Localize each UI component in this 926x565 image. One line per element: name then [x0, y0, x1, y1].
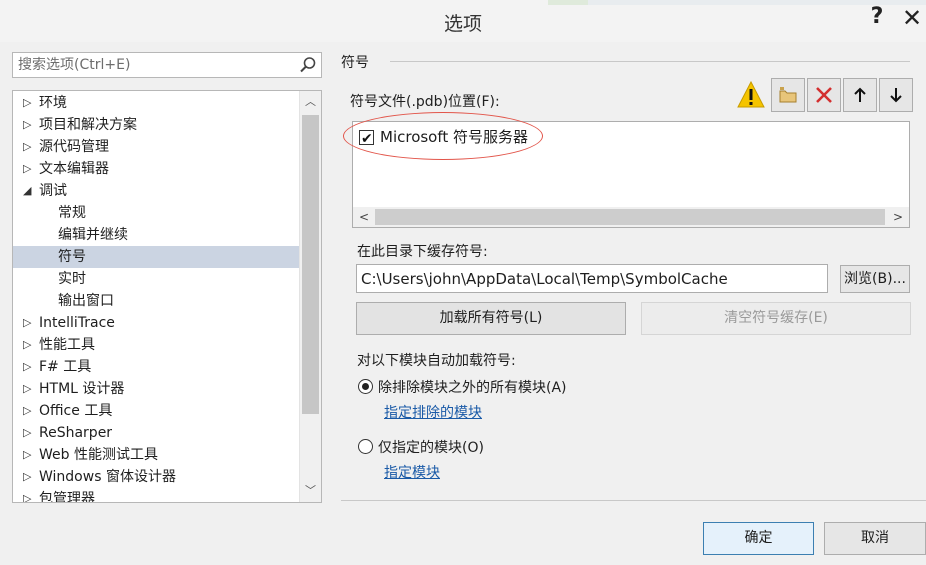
- scroll-thumb[interactable]: [375, 209, 885, 225]
- tree-scrollbar[interactable]: ︿ ﹀: [299, 91, 321, 502]
- specify-excluded-modules-link[interactable]: 指定排除的模块: [384, 402, 482, 422]
- tree-item-label: 编辑并继续: [58, 227, 128, 243]
- tree-item[interactable]: ▷ HTML 设计器: [13, 378, 299, 400]
- tree-item-label: 源代码管理: [39, 139, 109, 155]
- tree-item-label: 性能工具: [39, 337, 95, 353]
- tree-item[interactable]: 符号: [13, 246, 299, 268]
- collapsed-arrow-icon[interactable]: ▷: [23, 444, 35, 466]
- tree-item[interactable]: 实时: [13, 268, 299, 290]
- tree-item-label: Office 工具: [39, 403, 113, 419]
- tree-item[interactable]: ▷ Web 性能测试工具: [13, 444, 299, 466]
- tree-item[interactable]: ▷ 文本编辑器: [13, 158, 299, 180]
- close-button[interactable]: ✕: [898, 4, 926, 32]
- collapsed-arrow-icon[interactable]: ▷: [23, 466, 35, 488]
- tree-item-label: 包管理器: [39, 491, 95, 503]
- collapsed-arrow-icon[interactable]: ▷: [23, 136, 35, 158]
- dialog-title: 选项: [443, 13, 482, 35]
- expanded-arrow-icon[interactable]: ◢: [23, 180, 35, 202]
- tree-item-label: 文本编辑器: [39, 161, 109, 177]
- tree-item[interactable]: ▷ IntelliTrace: [13, 312, 299, 334]
- collapsed-arrow-icon[interactable]: ▷: [23, 92, 35, 114]
- clear-symbol-cache-button: 清空符号缓存(E): [641, 302, 911, 335]
- tree-item[interactable]: ▷ 包管理器: [13, 488, 299, 503]
- collapsed-arrow-icon[interactable]: ▷: [23, 356, 35, 378]
- tree-item[interactable]: 编辑并继续: [13, 224, 299, 246]
- pdb-location-label: 符号文件(.pdb)位置(F):: [350, 94, 500, 110]
- cache-dir-field[interactable]: [356, 264, 828, 293]
- scroll-up-button[interactable]: ︿: [300, 91, 321, 113]
- tree-item[interactable]: ▷ 环境: [13, 92, 299, 114]
- collapsed-arrow-icon[interactable]: ▷: [23, 312, 35, 334]
- tree-item[interactable]: ▷ Office 工具: [13, 400, 299, 422]
- browse-button[interactable]: 浏览(B)...: [840, 265, 910, 293]
- tree-item-label: HTML 设计器: [39, 381, 125, 397]
- all-modules-radio[interactable]: [358, 379, 373, 394]
- options-tree[interactable]: ▷ 环境 ▷ 项目和解决方案 ▷ 源代码管理 ▷ 文本编辑器 ◢ 调试 常规 编辑并继续 符号 实时 输出窗…: [12, 90, 322, 503]
- horizontal-scrollbar[interactable]: < >: [353, 207, 909, 227]
- tree-item-label: 常规: [58, 205, 86, 221]
- tree-item[interactable]: ▷ ReSharper: [13, 422, 299, 444]
- section-divider: [390, 61, 910, 62]
- load-all-symbols-button[interactable]: 加载所有符号(L): [356, 302, 626, 335]
- tree-item-label: IntelliTrace: [39, 315, 115, 331]
- specified-modules-radio[interactable]: [358, 439, 373, 454]
- new-folder-icon: [779, 87, 797, 103]
- scroll-left-button[interactable]: <: [353, 207, 375, 227]
- help-button[interactable]: ?: [862, 4, 892, 32]
- tree-item-label: Windows 窗体设计器: [39, 469, 176, 485]
- collapsed-arrow-icon[interactable]: ▷: [23, 158, 35, 180]
- warning-icon: [737, 80, 765, 108]
- move-down-button[interactable]: [879, 78, 913, 112]
- tree-item-label: 调试: [39, 183, 67, 199]
- all-modules-label[interactable]: 除排除模块之外的所有模块(A): [378, 377, 567, 397]
- scroll-right-button[interactable]: >: [887, 207, 909, 227]
- ok-button[interactable]: 确定: [703, 522, 814, 555]
- scroll-thumb[interactable]: [302, 115, 319, 414]
- specified-modules-label[interactable]: 仅指定的模块(O): [378, 437, 484, 457]
- tree-item[interactable]: ▷ 性能工具: [13, 334, 299, 356]
- annotation-ellipse: [343, 112, 543, 160]
- tree-item[interactable]: 输出窗口: [13, 290, 299, 312]
- tree-item-label: 环境: [39, 95, 67, 111]
- search-icon[interactable]: [299, 56, 317, 74]
- tree-item-label: 输出窗口: [58, 293, 114, 309]
- tree-item-label: ReSharper: [39, 425, 113, 441]
- tree-item[interactable]: ▷ 源代码管理: [13, 136, 299, 158]
- tree-item-label: 项目和解决方案: [39, 117, 137, 133]
- cache-dir-input[interactable]: [357, 265, 827, 292]
- tree-item-label: Web 性能测试工具: [39, 447, 158, 463]
- collapsed-arrow-icon[interactable]: ▷: [23, 422, 35, 444]
- tree-item[interactable]: ◢ 调试: [13, 180, 299, 202]
- scroll-down-button[interactable]: ﹀: [300, 480, 321, 502]
- arrow-up-icon: [854, 87, 866, 102]
- tree-item-label: 符号: [58, 249, 86, 265]
- radio-selected-dot: [362, 383, 369, 390]
- footer-divider: [341, 500, 926, 501]
- new-folder-button[interactable]: [771, 78, 805, 112]
- specify-modules-link[interactable]: 指定模块: [384, 462, 440, 482]
- tree-item-label: F# 工具: [39, 359, 92, 375]
- tree-item-label: 实时: [58, 271, 86, 287]
- background-window-strip-accent: [548, 0, 588, 5]
- collapsed-arrow-icon[interactable]: ▷: [23, 114, 35, 136]
- cancel-button[interactable]: 取消: [824, 522, 926, 555]
- search-box[interactable]: [12, 52, 322, 78]
- collapsed-arrow-icon[interactable]: ▷: [23, 378, 35, 400]
- tree-item[interactable]: ▷ Windows 窗体设计器: [13, 466, 299, 488]
- section-title: 符号: [341, 55, 369, 71]
- tree-item[interactable]: ▷ F# 工具: [13, 356, 299, 378]
- arrow-down-icon: [890, 88, 902, 103]
- collapsed-arrow-icon[interactable]: ▷: [23, 334, 35, 356]
- delete-icon: [816, 87, 832, 103]
- collapsed-arrow-icon[interactable]: ▷: [23, 400, 35, 422]
- move-up-button[interactable]: [843, 78, 877, 112]
- auto-load-label: 对以下模块自动加载符号:: [357, 353, 516, 369]
- search-input[interactable]: [13, 53, 293, 77]
- delete-button[interactable]: [807, 78, 841, 112]
- cache-dir-label: 在此目录下缓存符号:: [357, 244, 488, 260]
- tree-item[interactable]: 常规: [13, 202, 299, 224]
- collapsed-arrow-icon[interactable]: ▷: [23, 488, 35, 502]
- tree-item[interactable]: ▷ 项目和解决方案: [13, 114, 299, 136]
